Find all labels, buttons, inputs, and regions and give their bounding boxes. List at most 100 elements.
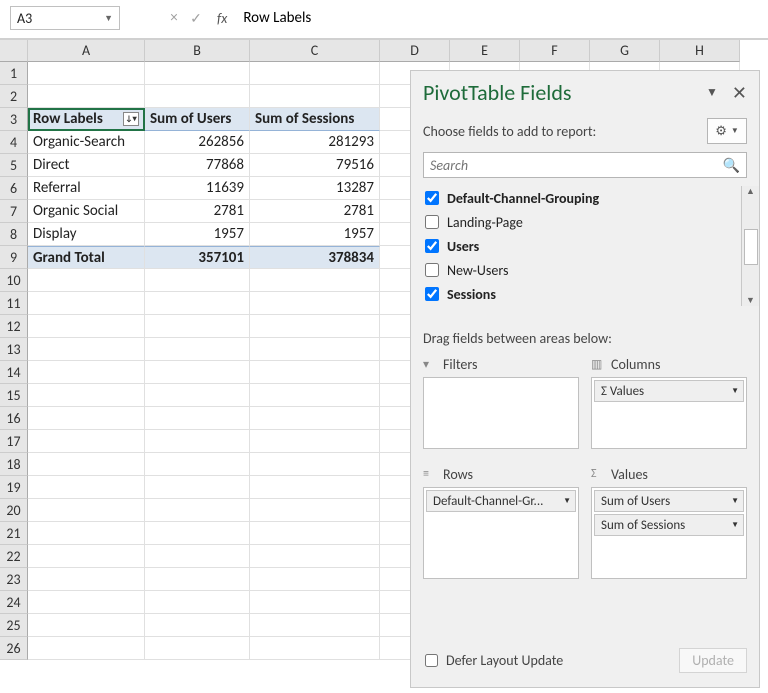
- column-header[interactable]: A: [28, 40, 145, 62]
- cell[interactable]: [28, 338, 145, 361]
- name-box[interactable]: A3 ▼: [10, 6, 120, 30]
- field-checkbox[interactable]: [425, 263, 439, 277]
- cell[interactable]: [145, 315, 250, 338]
- cell[interactable]: 378834: [250, 246, 380, 269]
- cell[interactable]: 281293: [250, 131, 380, 154]
- cell[interactable]: [28, 62, 145, 85]
- filters-dropzone[interactable]: [423, 377, 579, 449]
- row-header[interactable]: 14: [0, 361, 28, 384]
- chevron-down-icon[interactable]: ▼: [563, 496, 571, 506]
- cell[interactable]: [28, 476, 145, 499]
- field-checkbox[interactable]: [425, 287, 439, 301]
- cell[interactable]: [250, 430, 380, 453]
- cell[interactable]: Referral: [28, 177, 145, 200]
- cell[interactable]: [145, 637, 250, 660]
- cell[interactable]: Display: [28, 223, 145, 246]
- cell[interactable]: 2781: [250, 200, 380, 223]
- row-header[interactable]: 24: [0, 591, 28, 614]
- values-dropzone[interactable]: Sum of Users▼Sum of Sessions▼: [591, 487, 747, 579]
- cell[interactable]: [250, 384, 380, 407]
- cell[interactable]: [250, 637, 380, 660]
- cell[interactable]: [250, 545, 380, 568]
- row-header[interactable]: 25: [0, 614, 28, 637]
- cell[interactable]: 1957: [250, 223, 380, 246]
- field-checkbox[interactable]: [425, 215, 439, 229]
- cell[interactable]: [250, 453, 380, 476]
- cell[interactable]: [28, 430, 145, 453]
- cell[interactable]: [145, 499, 250, 522]
- cell[interactable]: [250, 338, 380, 361]
- cell[interactable]: [28, 637, 145, 660]
- cell[interactable]: Direct: [28, 154, 145, 177]
- defer-update-checkbox[interactable]: [425, 654, 438, 667]
- update-button[interactable]: Update: [679, 648, 747, 673]
- row-header[interactable]: 10: [0, 269, 28, 292]
- cancel-icon[interactable]: ×: [165, 9, 183, 27]
- row-header[interactable]: 5: [0, 154, 28, 177]
- cell[interactable]: [250, 361, 380, 384]
- scroll-up-icon[interactable]: ▲: [746, 186, 755, 197]
- chevron-down-icon[interactable]: ▼: [731, 520, 739, 530]
- cell[interactable]: [28, 499, 145, 522]
- cell[interactable]: Grand Total: [28, 246, 145, 269]
- cell[interactable]: 13287: [250, 177, 380, 200]
- field-checkbox[interactable]: [425, 239, 439, 253]
- field-item[interactable]: Default-Channel-Grouping: [423, 186, 741, 210]
- row-header[interactable]: 9: [0, 246, 28, 269]
- field-item[interactable]: Sessions: [423, 282, 741, 306]
- area-field-chip[interactable]: Sum of Sessions▼: [594, 514, 744, 536]
- cell[interactable]: [250, 269, 380, 292]
- formula-input[interactable]: [239, 7, 758, 29]
- column-header[interactable]: D: [380, 40, 450, 62]
- column-header[interactable]: C: [250, 40, 380, 62]
- cell[interactable]: [250, 407, 380, 430]
- row-header[interactable]: 13: [0, 338, 28, 361]
- cell[interactable]: [28, 545, 145, 568]
- cell[interactable]: [145, 568, 250, 591]
- field-search[interactable]: 🔍: [423, 152, 747, 178]
- rows-dropzone[interactable]: Default-Channel-Gr...▼: [423, 487, 579, 579]
- cell[interactable]: [28, 568, 145, 591]
- row-header[interactable]: 2: [0, 85, 28, 108]
- cell[interactable]: Organic Social: [28, 200, 145, 223]
- cell[interactable]: Sum of Users: [145, 108, 250, 131]
- row-header[interactable]: 12: [0, 315, 28, 338]
- cell[interactable]: [28, 384, 145, 407]
- cell[interactable]: [28, 361, 145, 384]
- chevron-down-icon[interactable]: ▼: [731, 496, 739, 506]
- cell[interactable]: [145, 384, 250, 407]
- row-header[interactable]: 19: [0, 476, 28, 499]
- cell[interactable]: [250, 522, 380, 545]
- cell[interactable]: [250, 85, 380, 108]
- cell[interactable]: [145, 614, 250, 637]
- field-item[interactable]: New-Users: [423, 258, 741, 282]
- column-header[interactable]: H: [660, 40, 740, 62]
- row-header[interactable]: 23: [0, 568, 28, 591]
- row-header[interactable]: 18: [0, 453, 28, 476]
- row-header[interactable]: 8: [0, 223, 28, 246]
- cell[interactable]: [28, 591, 145, 614]
- search-icon[interactable]: 🔍: [723, 157, 740, 174]
- field-item[interactable]: Users: [423, 234, 741, 258]
- row-header[interactable]: 6: [0, 177, 28, 200]
- fx-icon[interactable]: fx: [217, 10, 227, 27]
- area-field-chip[interactable]: Sum of Users▼: [594, 490, 744, 512]
- cell[interactable]: [250, 568, 380, 591]
- cell[interactable]: [250, 499, 380, 522]
- column-header[interactable]: E: [450, 40, 520, 62]
- row-header[interactable]: 11: [0, 292, 28, 315]
- cell[interactable]: [28, 85, 145, 108]
- cell[interactable]: [28, 407, 145, 430]
- cell[interactable]: 262856: [145, 131, 250, 154]
- confirm-icon[interactable]: ✓: [187, 10, 205, 27]
- column-header[interactable]: B: [145, 40, 250, 62]
- gear-button[interactable]: ⚙▼: [707, 118, 747, 144]
- cell[interactable]: 79516: [250, 154, 380, 177]
- cell[interactable]: [145, 407, 250, 430]
- cell[interactable]: [28, 292, 145, 315]
- cell[interactable]: 2781: [145, 200, 250, 223]
- close-icon[interactable]: ✕: [732, 82, 747, 104]
- fields-scrollbar[interactable]: ▲ ▼: [741, 186, 759, 306]
- cell[interactable]: [145, 430, 250, 453]
- cell[interactable]: Row Labels↓▾: [28, 108, 145, 131]
